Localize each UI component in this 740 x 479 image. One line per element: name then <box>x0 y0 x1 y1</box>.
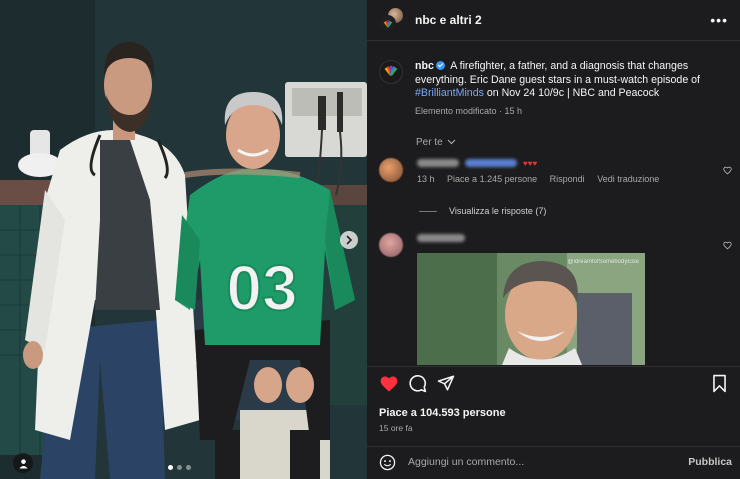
comment-time: 13 h <box>417 174 435 184</box>
comment-body: ♥♥♥ 13 h Piace a 1.245 persone Rispondi … <box>417 158 669 184</box>
replies-line <box>419 210 437 212</box>
chevron-right-icon <box>346 235 353 245</box>
post-side-panel: nbc e altri 2 ••• nbc A firefighter, a f… <box>367 0 740 479</box>
instagram-post-modal: 03 nbc e altri 2 ••• nbc A firefighter, … <box>0 0 740 479</box>
post-media[interactable]: 03 <box>0 0 367 479</box>
verified-badge-icon <box>435 61 445 70</box>
gif-image: @idreamtofSomebodyElse <box>417 253 645 365</box>
carousel-dot <box>186 465 191 470</box>
blurred-text <box>465 159 517 167</box>
jersey-number: 03 <box>226 252 297 324</box>
bookmark-icon[interactable] <box>711 374 728 393</box>
blurred-username <box>417 159 459 167</box>
carousel-indicator <box>168 465 191 470</box>
add-comment-bar: Pubblica <box>367 446 740 479</box>
caption-text-after: on Nov 24 10/9c | NBC and Peacock <box>486 87 660 100</box>
comment-meta: 13 h Piace a 1.245 persone Rispondi Vedi… <box>417 174 669 184</box>
hearts-emoji: ♥♥♥ <box>523 158 538 168</box>
comment-like-icon[interactable] <box>723 166 732 175</box>
post-owner-title[interactable]: nbc e altri 2 <box>415 13 482 27</box>
post-timestamp: 15 ore fa <box>379 423 413 433</box>
comment-item: ♥♥♥ 13 h Piace a 1.245 persone Rispondi … <box>379 158 729 184</box>
add-comment-input[interactable] <box>408 454 668 470</box>
post-caption: nbc A firefighter, a father, and a diagn… <box>379 60 729 118</box>
view-replies-label: Visualizza le risposte (7) <box>449 206 547 216</box>
post-photo: 03 <box>0 0 367 479</box>
user-tag-icon <box>18 458 28 469</box>
comment-likes[interactable]: Piace a 1.245 persone <box>447 174 537 184</box>
blurred-username <box>417 234 465 242</box>
caption-text: A firefighter, a father, and a diagnosis… <box>415 60 700 86</box>
comment-text-blurred <box>417 233 465 243</box>
caption-time: 15 h <box>504 105 523 116</box>
for-you-dropdown[interactable]: Per te <box>416 137 456 148</box>
comment-text-blurred: ♥♥♥ <box>417 158 669 168</box>
comment-gif[interactable]: @idreamtofSomebodyElse <box>417 253 645 370</box>
next-slide-button[interactable] <box>340 231 358 249</box>
carousel-dot <box>177 465 182 470</box>
caption-username[interactable]: nbc <box>415 60 434 72</box>
more-options-icon[interactable]: ••• <box>710 12 728 28</box>
carousel-dot <box>168 465 173 470</box>
post-header: nbc e altri 2 ••• <box>367 0 740 40</box>
reply-button[interactable]: Rispondi <box>550 174 585 184</box>
for-you-label: Per te <box>416 137 443 148</box>
divider <box>367 40 740 41</box>
avatar[interactable] <box>379 158 403 182</box>
caption-meta: Elemento modificato · 15 h <box>415 105 523 116</box>
chevron-down-icon <box>448 139 456 145</box>
collab-avatars[interactable] <box>379 7 405 33</box>
view-replies-button[interactable]: Visualizza le risposte (7) <box>419 206 546 216</box>
comment-icon[interactable] <box>408 374 427 393</box>
hashtag-link[interactable]: #BrilliantMinds <box>415 87 484 99</box>
tagged-users-button[interactable] <box>13 453 33 473</box>
edited-label: Elemento modificato <box>415 105 497 116</box>
send-icon[interactable] <box>437 374 455 392</box>
publish-button[interactable]: Pubblica <box>688 456 732 468</box>
avatar[interactable] <box>379 233 403 257</box>
caption-body: nbc A firefighter, a father, and a diagn… <box>415 60 729 118</box>
gif-watermark: @idreamtofSomebodyElse <box>568 259 640 265</box>
post-likes-count[interactable]: Piace a 104.593 persone <box>379 407 506 419</box>
see-translation-button[interactable]: Vedi traduzione <box>597 174 659 184</box>
comment-like-icon[interactable] <box>723 241 732 250</box>
nbc-peacock-icon <box>383 20 392 27</box>
post-actions <box>379 374 729 396</box>
avatar[interactable] <box>379 60 403 84</box>
heart-filled-icon[interactable] <box>379 374 399 394</box>
avatar <box>379 15 396 32</box>
emoji-icon[interactable] <box>379 454 396 471</box>
nbc-peacock-icon <box>384 65 398 76</box>
